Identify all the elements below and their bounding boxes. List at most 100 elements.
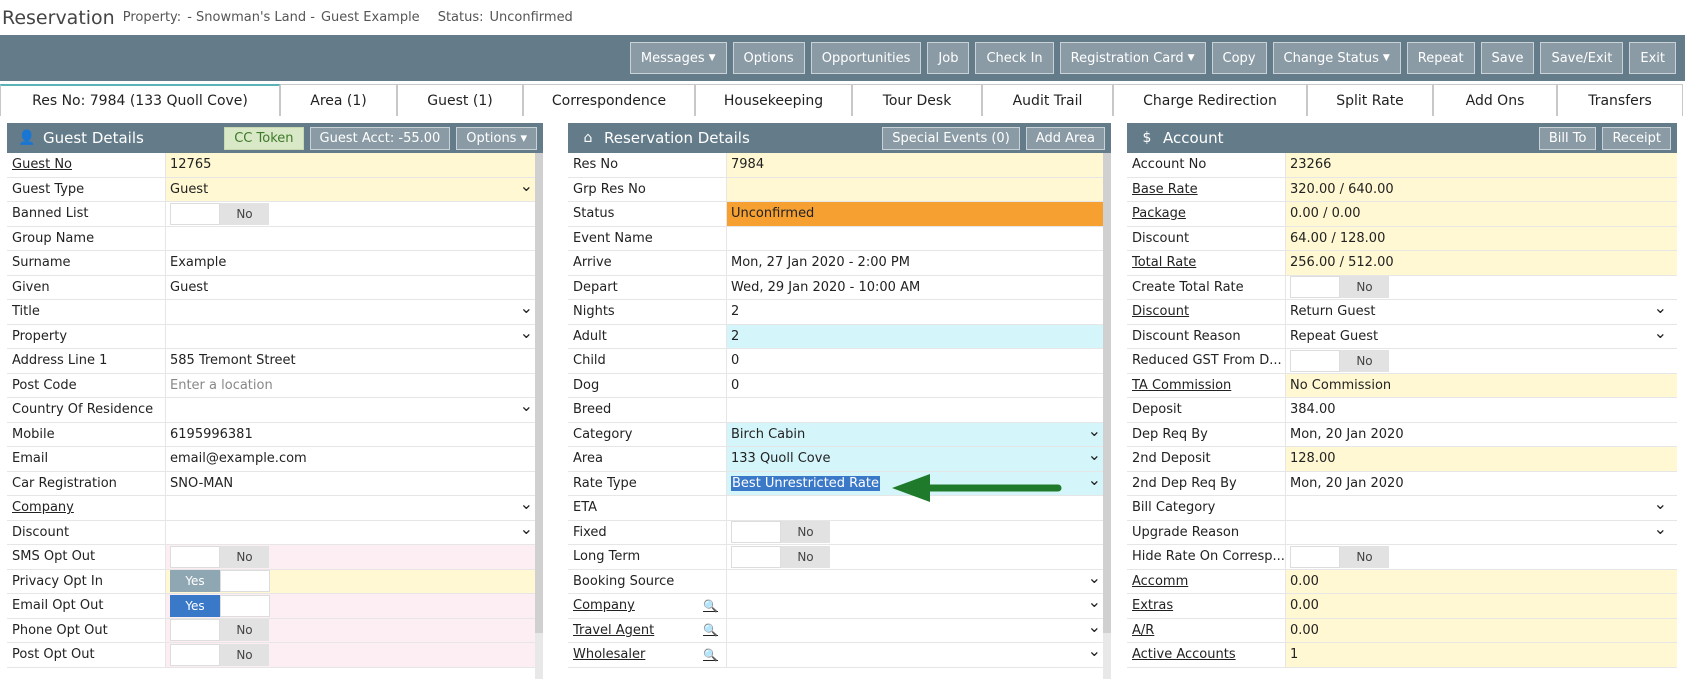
- field-label[interactable]: TA Commission: [1127, 373, 1286, 397]
- field-label[interactable]: Extras: [1127, 594, 1286, 618]
- messages-button[interactable]: Messages ▼: [629, 42, 727, 74]
- save-button[interactable]: Save: [1480, 42, 1535, 74]
- field-label-text[interactable]: Wholesaler: [573, 647, 645, 662]
- field-value-status[interactable]: Unconfirmed: [727, 202, 1111, 226]
- change-status-button[interactable]: Change Status ▼: [1272, 42, 1401, 74]
- field-value-given[interactable]: Guest: [166, 276, 543, 300]
- field-label-text[interactable]: Extras: [1132, 598, 1173, 613]
- tab-correspondence[interactable]: Correspondence: [523, 84, 695, 116]
- toggle-yes[interactable]: Yes: [170, 570, 220, 593]
- toggle-no[interactable]: No: [781, 545, 830, 568]
- toggle-yes[interactable]: Yes: [170, 594, 220, 617]
- chevron-down-icon[interactable]: ⌄: [1088, 641, 1101, 660]
- chevron-down-icon[interactable]: ⌄: [520, 176, 533, 195]
- toggle-email-opt-out[interactable]: Yes: [170, 594, 270, 617]
- chevron-down-icon[interactable]: ⌄: [1088, 445, 1101, 464]
- field-value-dep-req-by[interactable]: Mon, 20 Jan 2020: [1286, 423, 1677, 447]
- field-value-guest-type[interactable]: Guest ⌄: [166, 176, 543, 201]
- vertical-scrollbar[interactable]: [535, 153, 543, 679]
- field-label[interactable]: Wholesaler 🔍: [568, 643, 727, 667]
- field-value-total-rate[interactable]: 256.00 / 512.00: [1286, 251, 1677, 275]
- field-label-text[interactable]: Total Rate: [1132, 255, 1196, 270]
- chevron-down-icon[interactable]: ⌄: [1088, 617, 1101, 636]
- field-label[interactable]: Base Rate: [1127, 177, 1286, 201]
- check-in-button[interactable]: Check In: [975, 42, 1054, 74]
- exit-button[interactable]: Exit: [1629, 42, 1676, 74]
- toggle-no[interactable]: No: [220, 545, 269, 568]
- field-label[interactable]: A/R: [1127, 618, 1286, 642]
- field-value-active-accounts[interactable]: 1: [1286, 643, 1677, 667]
- toggle-sms-opt-out[interactable]: No: [170, 545, 269, 568]
- toggle-reduced-gst-from-d[interactable]: No: [1290, 349, 1389, 372]
- field-value-accomm[interactable]: 0.00: [1286, 569, 1677, 593]
- toggle-no[interactable]: No: [220, 202, 269, 225]
- field-label[interactable]: Active Accounts: [1127, 643, 1286, 667]
- field-value-dog[interactable]: 0: [727, 374, 1111, 398]
- tab-guest-1[interactable]: Guest (1): [397, 84, 523, 116]
- field-value-2nd-deposit[interactable]: 128.00: [1286, 447, 1677, 471]
- field-value-group-name[interactable]: [166, 227, 543, 251]
- chevron-down-icon[interactable]: ⌄: [1088, 592, 1101, 611]
- field-value-breed[interactable]: [727, 398, 1111, 422]
- field-value-company[interactable]: ⌄: [166, 494, 543, 520]
- chevron-down-icon[interactable]: ⌄: [1088, 568, 1101, 587]
- toggle-no[interactable]: No: [1340, 349, 1389, 372]
- registration-card-button[interactable]: Registration Card ▼: [1059, 42, 1206, 74]
- search-icon[interactable]: 🔍: [703, 623, 718, 637]
- field-value-account-no[interactable]: 23266: [1286, 153, 1677, 177]
- toggle-no[interactable]: No: [220, 619, 269, 642]
- field-value-title[interactable]: ⌄: [166, 298, 543, 324]
- field-value-extras[interactable]: 0.00: [1286, 594, 1677, 618]
- field-value-nights[interactable]: 2: [727, 300, 1111, 324]
- field-label[interactable]: Company: [7, 496, 166, 520]
- field-value-package[interactable]: 0.00 / 0.00: [1286, 202, 1677, 226]
- field-label[interactable]: Guest No: [7, 153, 166, 177]
- field-value-res-no[interactable]: 7984: [727, 153, 1111, 177]
- save-exit-button[interactable]: Save/Exit: [1540, 42, 1624, 74]
- field-value-booking-source[interactable]: ⌄: [727, 568, 1111, 594]
- field-value-discount[interactable]: Return Guest ⌄: [1286, 298, 1677, 324]
- scrollbar-thumb[interactable]: [535, 153, 543, 633]
- field-value-discount-reason[interactable]: Repeat Guest ⌄: [1286, 323, 1677, 349]
- field-value-a-r[interactable]: 0.00: [1286, 618, 1677, 642]
- field-value-company[interactable]: ⌄: [727, 592, 1111, 618]
- toggle-create-total-rate[interactable]: No: [1290, 276, 1389, 299]
- field-value-category[interactable]: Birch Cabin ⌄: [727, 421, 1111, 446]
- tab-charge-redirection[interactable]: Charge Redirection: [1113, 84, 1307, 116]
- field-value-car-registration[interactable]: SNO-MAN: [166, 472, 543, 496]
- guest-acct-55-00-button[interactable]: Guest Acct: -55.00: [309, 126, 451, 150]
- field-value-event-name[interactable]: [727, 227, 1111, 251]
- add-area-button[interactable]: Add Area: [1025, 126, 1105, 150]
- repeat-button[interactable]: Repeat: [1406, 42, 1475, 74]
- location-input-placeholder[interactable]: Enter a location: [170, 378, 273, 393]
- chevron-down-icon[interactable]: ⌄: [520, 298, 533, 317]
- search-icon[interactable]: 🔍: [703, 648, 718, 662]
- field-value-mobile[interactable]: 6195996381: [166, 423, 543, 447]
- toggle-fixed[interactable]: No: [731, 521, 830, 544]
- field-value-email[interactable]: email@example.com: [166, 447, 543, 471]
- scrollbar-thumb[interactable]: [1103, 153, 1111, 633]
- field-value-child[interactable]: 0: [727, 349, 1111, 373]
- chevron-down-icon[interactable]: ⌄: [520, 396, 533, 415]
- field-value-upgrade-reason[interactable]: ⌄: [1286, 519, 1677, 545]
- field-value-2nd-dep-req-by[interactable]: Mon, 20 Jan 2020: [1286, 472, 1677, 496]
- bill-to-button[interactable]: Bill To: [1538, 126, 1597, 150]
- search-icon[interactable]: 🔍: [703, 599, 718, 613]
- field-label-text[interactable]: Discount: [1132, 304, 1189, 319]
- field-label-text[interactable]: Package: [1132, 206, 1186, 221]
- chevron-down-icon[interactable]: ⌄: [520, 323, 533, 342]
- field-label[interactable]: Accomm: [1127, 569, 1286, 593]
- chevron-down-icon[interactable]: ⌄: [1654, 494, 1667, 513]
- chevron-down-icon[interactable]: ⌄: [1654, 298, 1667, 317]
- field-label-text[interactable]: Guest No: [12, 157, 72, 172]
- opportunities-button[interactable]: Opportunities: [810, 42, 922, 74]
- field-label-text[interactable]: Accomm: [1132, 574, 1188, 589]
- field-label-text[interactable]: Base Rate: [1132, 182, 1198, 197]
- field-label[interactable]: Total Rate: [1127, 251, 1286, 275]
- toggle-banned-list[interactable]: No: [170, 202, 269, 225]
- tab-audit-trail[interactable]: Audit Trail: [982, 84, 1113, 116]
- field-value-travel-agent[interactable]: ⌄: [727, 617, 1111, 643]
- tab-housekeeping[interactable]: Housekeeping: [695, 84, 852, 116]
- field-value-area[interactable]: 133 Quoll Cove ⌄: [727, 445, 1111, 471]
- field-label-text[interactable]: TA Commission: [1132, 378, 1231, 393]
